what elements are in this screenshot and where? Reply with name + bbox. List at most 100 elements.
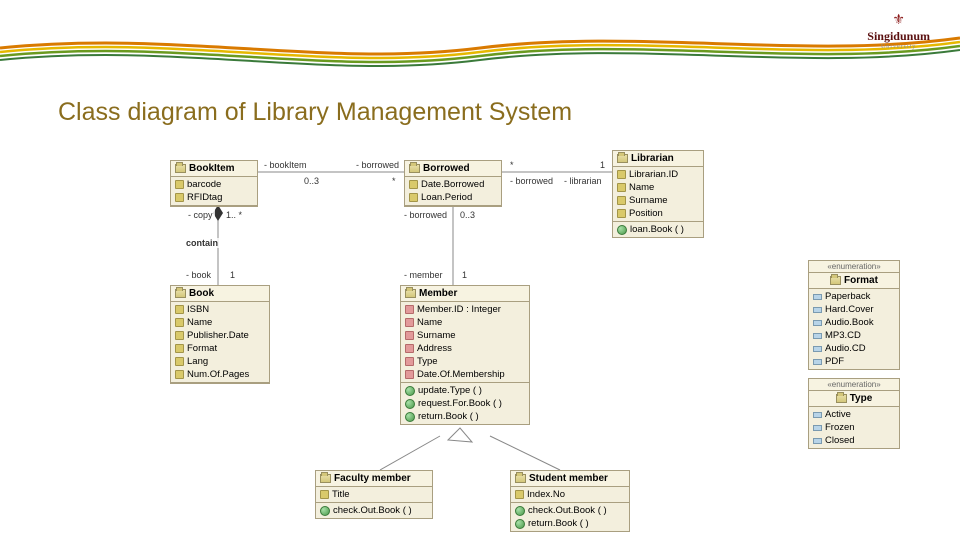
attr: Date.Borrowed: [421, 179, 484, 190]
op: return.Book ( ): [528, 518, 589, 529]
class-member: Member Member.ID : Integer Name Surname …: [400, 285, 530, 425]
class-librarian: Librarian Librarian.ID Name Surname Posi…: [612, 150, 704, 238]
class-name: Faculty member: [334, 473, 411, 484]
enum-literal-icon: [813, 412, 822, 418]
class-icon: [830, 276, 841, 285]
attr-icon: [320, 490, 329, 499]
op-icon: [320, 506, 330, 516]
role-bookitem: - bookItem: [262, 160, 309, 170]
literal: Audio.CD: [825, 343, 866, 354]
attr-icon: [175, 370, 184, 379]
attr: Name: [187, 317, 212, 328]
class-name: Borrowed: [423, 163, 470, 174]
mult-0-3: 0..3: [302, 176, 321, 186]
enum-name: Type: [850, 393, 873, 404]
op: update.Type ( ): [418, 385, 482, 396]
class-name: Member: [419, 288, 457, 299]
role-librarian: - librarian: [562, 176, 604, 186]
mult-0-3: 0..3: [458, 210, 477, 220]
class-name: Student member: [529, 473, 608, 484]
attr-icon: [175, 305, 184, 314]
op-icon: [515, 519, 525, 529]
op-icon: [405, 412, 415, 422]
attr-icon: [409, 193, 418, 202]
attr-priv-icon: [405, 318, 414, 327]
mult-1: 1: [598, 160, 607, 170]
role-copy: - copy: [186, 210, 215, 220]
attr-icon: [617, 170, 626, 179]
attr-priv-icon: [405, 305, 414, 314]
uml-diagram: BookItem barcode RFIDtag Borrowed Date.B…: [0, 150, 960, 540]
op-icon: [515, 506, 525, 516]
attr: Publisher.Date: [187, 330, 249, 341]
attr-icon: [617, 196, 626, 205]
mult-1-star: 1.. *: [224, 210, 244, 220]
university-logo: ⚜ Singidunum University: [867, 12, 930, 50]
mult-star: *: [390, 176, 398, 186]
literal: Hard.Cover: [825, 304, 874, 315]
attr-icon: [617, 209, 626, 218]
attr-icon: [175, 331, 184, 340]
enum-literal-icon: [813, 346, 822, 352]
slide-title: Class diagram of Library Management Syst…: [58, 98, 572, 127]
attr: Surname: [629, 195, 668, 206]
enum-literal-icon: [813, 425, 822, 431]
attr: Name: [629, 182, 654, 193]
class-faculty-member: Faculty member Title check.Out.Book ( ): [315, 470, 433, 519]
enum-format: «enumeration» Format Paperback Hard.Cove…: [808, 260, 900, 370]
attr: Title: [332, 489, 350, 500]
enum-literal-icon: [813, 359, 822, 365]
enum-name: Format: [844, 275, 878, 286]
attr: Surname: [417, 330, 456, 341]
class-icon: [320, 474, 331, 483]
logo-name: Singidunum: [867, 29, 930, 44]
attr: Type: [417, 356, 438, 367]
class-name: Book: [189, 288, 214, 299]
attr-priv-icon: [405, 370, 414, 379]
attr: Librarian.ID: [629, 169, 678, 180]
enum-literal-icon: [813, 438, 822, 444]
attr-icon: [175, 318, 184, 327]
class-icon: [405, 289, 416, 298]
literal: Frozen: [825, 422, 855, 433]
attr: Member.ID : Integer: [417, 304, 501, 315]
class-name: BookItem: [189, 163, 235, 174]
attr-icon: [175, 357, 184, 366]
class-name: Librarian: [631, 153, 674, 164]
attr: Loan.Period: [421, 192, 472, 203]
attr: Date.Of.Membership: [417, 369, 505, 380]
attr-icon: [175, 193, 184, 202]
class-icon: [175, 289, 186, 298]
attr-icon: [175, 344, 184, 353]
op: check.Out.Book ( ): [528, 505, 607, 516]
literal: Audio.Book: [825, 317, 874, 328]
enum-literal-icon: [813, 320, 822, 326]
literal: MP3.CD: [825, 330, 861, 341]
role-member: - member: [402, 270, 445, 280]
stereotype: «enumeration»: [809, 261, 899, 273]
header-wave: [0, 0, 960, 70]
attr-icon: [515, 490, 524, 499]
op: check.Out.Book ( ): [333, 505, 412, 516]
role-book: - book: [184, 270, 213, 280]
attr: RFIDtag: [187, 192, 222, 203]
class-book: Book ISBN Name Publisher.Date Format Lan…: [170, 285, 270, 384]
literal: Active: [825, 409, 851, 420]
role-borrowed: - borrowed: [508, 176, 555, 186]
enum-literal-icon: [813, 333, 822, 339]
enum-type: «enumeration» Type Active Frozen Closed: [808, 378, 900, 449]
attr-priv-icon: [405, 357, 414, 366]
attr: Address: [417, 343, 452, 354]
attr: Format: [187, 343, 217, 354]
mult-1: 1: [228, 270, 237, 280]
mult-1: 1: [460, 270, 469, 280]
attr: Lang: [187, 356, 208, 367]
attr: Index.No: [527, 489, 565, 500]
class-icon: [515, 474, 526, 483]
attr: ISBN: [187, 304, 209, 315]
attr-priv-icon: [405, 344, 414, 353]
literal: PDF: [825, 356, 844, 367]
class-student-member: Student member Index.No check.Out.Book (…: [510, 470, 630, 532]
assoc-contain: contain: [184, 238, 220, 248]
attr: Name: [417, 317, 442, 328]
